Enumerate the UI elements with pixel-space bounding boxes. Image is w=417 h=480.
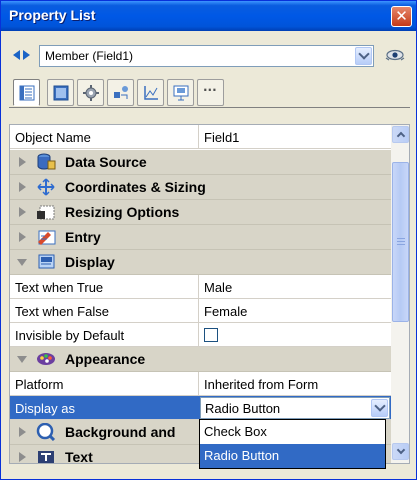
property-name: Text when True [15, 280, 104, 295]
more-icon: ··· [203, 83, 217, 97]
gear-icon [83, 85, 99, 101]
tab-shapes[interactable] [107, 79, 134, 106]
tab-more[interactable]: ··· [197, 79, 224, 106]
column-divider [198, 299, 199, 323]
chevron-down-icon[interactable] [355, 47, 372, 65]
window-title: Property List [9, 7, 96, 23]
expand-arrow-icon[interactable] [19, 452, 26, 462]
expand-arrow-icon[interactable] [19, 427, 26, 437]
toolbar-divider [9, 107, 410, 108]
category-coordinates-sizing[interactable]: Coordinates & Sizing [10, 175, 391, 200]
display-icon [38, 254, 55, 269]
property-row-invisible-by-default[interactable]: Invisible by Default [10, 323, 391, 347]
property-row-platform[interactable]: Platform Inherited from Form [10, 372, 391, 396]
column-divider [198, 372, 199, 396]
move-icon [37, 178, 55, 196]
property-name: Display as [15, 401, 75, 416]
property-row-text-when-true[interactable]: Text when True Male [10, 275, 391, 299]
option-radio-button[interactable]: Radio Button [200, 444, 385, 468]
tab-toolbar: ··· [13, 79, 413, 107]
category-label: Entry [65, 229, 101, 245]
property-name: Object Name [15, 130, 91, 145]
collapse-arrow-icon[interactable] [17, 259, 27, 266]
chart-icon [144, 86, 158, 100]
scroll-thumb[interactable] [392, 162, 409, 322]
list-icon [19, 85, 35, 101]
nav-arrows[interactable] [13, 47, 35, 63]
tab-presentation[interactable] [167, 79, 194, 106]
tab-properties[interactable] [13, 79, 40, 106]
property-list-window: Property List ✕ Member (Field1) ··· Obje… [0, 0, 417, 480]
scroll-up-button[interactable] [392, 126, 409, 143]
tab-layout[interactable] [47, 79, 74, 106]
option-check-box[interactable]: Check Box [200, 420, 385, 444]
member-select[interactable]: Member (Field1) [39, 45, 374, 67]
grip-line [397, 244, 405, 245]
eye-icon[interactable] [385, 49, 405, 61]
palette-icon [37, 353, 55, 365]
expand-arrow-icon[interactable] [19, 157, 26, 167]
display-as-select[interactable]: Radio Button [200, 397, 390, 419]
category-label: Coordinates & Sizing [65, 179, 206, 195]
expand-arrow-icon[interactable] [19, 207, 26, 217]
property-name: Invisible by Default [15, 328, 125, 343]
property-row-display-as[interactable]: Display as Radio Button [10, 396, 391, 420]
arrow-right-icon[interactable] [23, 50, 30, 60]
grip-line [397, 238, 405, 239]
property-value: Inherited from Form [204, 377, 319, 392]
column-divider [198, 125, 199, 149]
category-label: Background and [65, 424, 176, 440]
member-select-value: Member (Field1) [45, 49, 134, 63]
property-value: Field1 [204, 130, 240, 145]
property-value: Female [204, 304, 248, 319]
property-value: Male [204, 280, 233, 295]
close-button[interactable]: ✕ [391, 6, 412, 27]
arrow-left-icon[interactable] [13, 50, 20, 60]
display-as-dropdown-list: Check Box Radio Button [199, 419, 386, 469]
property-name: Platform [15, 377, 64, 392]
property-grid-body: Object Name Field1 Data Source Coordinat… [10, 125, 391, 463]
tab-chart[interactable] [137, 79, 164, 106]
chevron-down-icon [396, 445, 406, 455]
chevron-down-icon[interactable] [371, 399, 388, 417]
member-selector-row: Member (Field1) [1, 41, 416, 69]
display-as-value: Radio Button [205, 401, 281, 416]
category-label: Text [65, 449, 93, 463]
category-resizing-options[interactable]: Resizing Options [10, 200, 391, 225]
resize-icon [37, 205, 55, 220]
property-row-object-name[interactable]: Object Name Field1 [10, 125, 391, 149]
text-icon [38, 451, 54, 463]
property-grid: Object Name Field1 Data Source Coordinat… [9, 124, 410, 464]
category-appearance[interactable]: Appearance [10, 347, 391, 372]
database-icon [37, 153, 56, 170]
category-label: Data Source [65, 154, 147, 170]
grip-line [397, 241, 405, 242]
expand-arrow-icon[interactable] [19, 232, 26, 242]
category-display[interactable]: Display [10, 250, 391, 275]
form-icon [53, 85, 69, 101]
vertical-scrollbar[interactable] [391, 125, 409, 463]
paint-bucket-icon [36, 423, 56, 441]
invisible-checkbox[interactable] [204, 328, 218, 342]
category-data-source[interactable]: Data Source [10, 150, 391, 175]
column-divider [198, 323, 199, 347]
category-label: Display [65, 254, 115, 270]
category-label: Appearance [65, 351, 146, 367]
category-entry[interactable]: Entry [10, 225, 391, 250]
entry-icon [38, 230, 56, 245]
property-row-text-when-false[interactable]: Text when False Female [10, 299, 391, 323]
property-name: Text when False [15, 304, 109, 319]
expand-arrow-icon[interactable] [19, 182, 26, 192]
scroll-down-button[interactable] [392, 443, 409, 460]
presentation-icon [173, 85, 189, 101]
title-bar[interactable]: Property List ✕ [1, 1, 416, 31]
column-divider [198, 275, 199, 299]
collapse-arrow-icon[interactable] [17, 356, 27, 363]
chevron-up-icon [396, 131, 406, 141]
category-label: Resizing Options [65, 204, 180, 220]
shapes-icon [114, 86, 128, 99]
tab-settings[interactable] [77, 79, 104, 106]
